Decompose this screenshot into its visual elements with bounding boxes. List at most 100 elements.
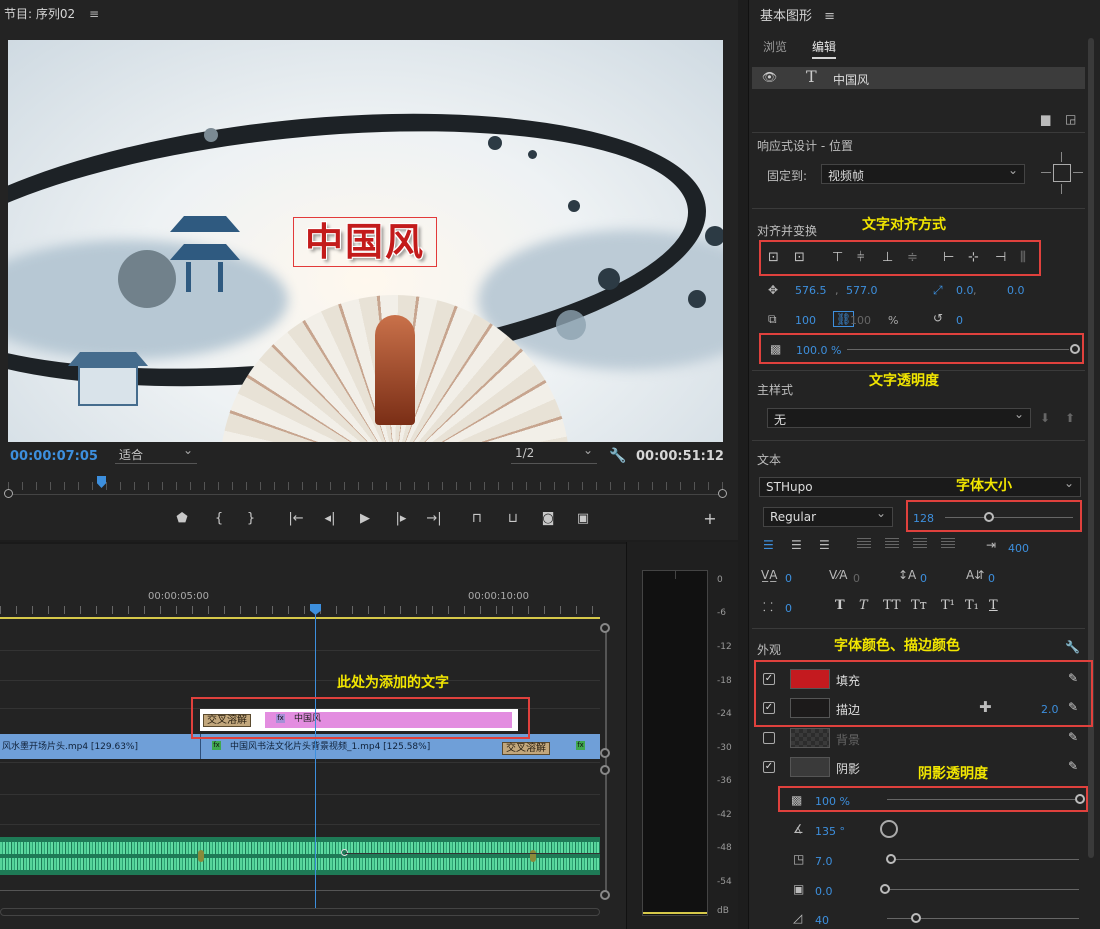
work-area-bar[interactable] xyxy=(0,617,600,619)
shadow-size-slider-knob[interactable] xyxy=(880,884,890,894)
eye-icon[interactable]: 👁 xyxy=(762,70,777,84)
background-eyedropper-icon[interactable]: ✎ xyxy=(1068,730,1078,744)
transition-cross-dissolve[interactable]: 交叉溶解 xyxy=(203,714,251,727)
faux-bold-button[interactable]: T xyxy=(835,598,845,613)
panel-menu-icon[interactable]: ≡ xyxy=(824,9,835,24)
distribute-horizontal-icon[interactable]: ⫼ xyxy=(1020,250,1026,265)
font-size-slider[interactable] xyxy=(945,517,1073,518)
export-frame-icon[interactable]: ◙ xyxy=(538,511,558,526)
subscript-button[interactable]: T₁ xyxy=(965,598,979,613)
align-top-icon[interactable]: ⊤ xyxy=(832,250,843,265)
tracking-value[interactable]: 0 xyxy=(853,572,860,585)
text-opacity-slider-knob[interactable] xyxy=(1070,344,1080,354)
zoom-knob[interactable] xyxy=(600,890,610,900)
rotation-value[interactable]: 0 xyxy=(956,314,963,327)
program-menu-icon[interactable]: ≡ xyxy=(89,7,99,21)
shadow-checkbox[interactable]: ✓ xyxy=(763,761,775,773)
add-stroke-icon[interactable]: ✚ xyxy=(979,698,992,716)
mark-out-icon[interactable]: } xyxy=(241,511,261,526)
comparison-view-icon[interactable]: ▣ xyxy=(573,511,593,526)
align-center-horizontal-frame-icon[interactable]: ⊡ xyxy=(794,250,805,265)
pin-center[interactable] xyxy=(1053,164,1071,182)
shadow-distance-slider[interactable] xyxy=(889,859,1079,860)
kerning-value[interactable]: 0 xyxy=(785,572,792,585)
stroke-checkbox[interactable]: ✓ xyxy=(763,702,775,714)
underline-button[interactable]: T xyxy=(989,598,998,613)
shadow-color-swatch[interactable] xyxy=(790,757,830,777)
extract-icon[interactable]: ⊔ xyxy=(503,511,523,526)
fit-select[interactable]: 适合 xyxy=(115,443,197,464)
align-bottom-icon[interactable]: ⊥ xyxy=(882,250,893,265)
align-text-right-icon[interactable]: ☰ xyxy=(819,538,830,552)
resolution-select[interactable]: 1/2 xyxy=(511,443,597,464)
text-opacity-value[interactable]: 100.0 % xyxy=(796,344,841,357)
wrench-icon[interactable]: 🔧 xyxy=(609,448,626,464)
pin-left[interactable] xyxy=(1041,172,1051,173)
transition-cross-dissolve[interactable]: 交叉溶解 xyxy=(502,742,550,755)
layer-row[interactable]: 👁 T 中国风 xyxy=(752,67,1085,89)
shadow-opacity-slider[interactable] xyxy=(887,799,1075,800)
shadow-angle-dial[interactable] xyxy=(880,820,898,838)
shadow-opacity-value[interactable]: 100 % xyxy=(815,795,850,808)
timeline-horizontal-scrollbar[interactable] xyxy=(0,908,600,916)
new-layer-icon[interactable]: ◲ xyxy=(1065,112,1076,126)
stroke-width-value[interactable]: 2.0 xyxy=(1041,703,1059,716)
align-center-vertical-frame-icon[interactable]: ⊡ xyxy=(768,250,779,265)
new-group-icon[interactable]: ▆ xyxy=(1041,112,1050,126)
text-opacity-slider[interactable] xyxy=(847,349,1069,350)
volume-line[interactable] xyxy=(345,853,600,854)
align-horizontal-center-icon[interactable]: ⊹ xyxy=(968,250,979,265)
tab-browse[interactable]: 浏览 xyxy=(763,38,787,55)
pull-style-icon[interactable]: ⬆ xyxy=(1065,411,1075,425)
fill-eyedropper-icon[interactable]: ✎ xyxy=(1068,671,1078,685)
zoom-knob[interactable] xyxy=(600,765,610,775)
audio-keyframe[interactable] xyxy=(198,850,204,862)
go-to-out-icon[interactable]: →| xyxy=(424,511,444,526)
anchor-x[interactable]: 0.0 xyxy=(956,284,974,297)
justify-last-left-icon[interactable] xyxy=(857,538,871,550)
pin-top[interactable] xyxy=(1061,152,1062,162)
fill-color-swatch[interactable] xyxy=(790,669,830,689)
superscript-button[interactable]: T¹ xyxy=(941,598,955,613)
panel-scrollbar[interactable] xyxy=(1088,38,1094,858)
pin-to-select[interactable]: 视频帧 xyxy=(821,163,1025,184)
distribute-vertical-icon[interactable]: ≑ xyxy=(907,250,918,265)
scrub-end-handle[interactable] xyxy=(718,489,727,498)
mark-in-icon[interactable]: { xyxy=(209,511,229,526)
position-x[interactable]: 576.5 xyxy=(795,284,827,297)
push-style-icon[interactable]: ⬇ xyxy=(1040,411,1050,425)
font-size-slider-knob[interactable] xyxy=(983,512,994,522)
justify-last-center-icon[interactable] xyxy=(885,538,899,550)
shadow-opacity-slider-knob[interactable] xyxy=(1075,794,1085,804)
tsume-value[interactable]: 0 xyxy=(785,602,792,615)
appearance-wrench-icon[interactable]: 🔧 xyxy=(1065,640,1080,654)
button-editor-add-icon[interactable]: + xyxy=(700,509,720,528)
faux-italic-button[interactable]: T xyxy=(859,598,868,613)
audio-track-clip[interactable] xyxy=(0,837,600,875)
zoom-knob[interactable] xyxy=(600,623,610,633)
align-text-left-icon[interactable]: ☰ xyxy=(763,538,774,552)
current-timecode[interactable]: 00:00:07:05 xyxy=(10,449,98,464)
pin-bottom[interactable] xyxy=(1061,184,1062,194)
leading-value[interactable]: 0 xyxy=(920,572,927,585)
anchor-y[interactable]: 0.0 xyxy=(1007,284,1025,297)
stroke-color-swatch[interactable] xyxy=(790,698,830,718)
shadow-distance-slider-knob[interactable] xyxy=(886,854,896,864)
shadow-angle-value[interactable]: 135 ° xyxy=(815,825,845,838)
all-caps-button[interactable]: TT xyxy=(883,598,901,613)
baseline-shift-value[interactable]: 0 xyxy=(988,572,995,585)
fill-checkbox[interactable]: ✓ xyxy=(763,673,775,685)
lift-icon[interactable]: ⊓ xyxy=(467,511,487,526)
shadow-eyedropper-icon[interactable]: ✎ xyxy=(1068,759,1078,773)
go-to-in-icon[interactable]: |← xyxy=(286,511,306,526)
font-size-value[interactable]: 128 xyxy=(913,512,934,525)
align-text-center-icon[interactable]: ☰ xyxy=(791,538,802,552)
title-clip[interactable]: 交叉溶解 fx 中国风 xyxy=(200,709,518,731)
align-left-icon[interactable]: ⊢ xyxy=(943,250,954,265)
shadow-blur-slider-knob[interactable] xyxy=(911,913,921,923)
font-select[interactable]: STHupo xyxy=(759,476,1081,497)
scale-value[interactable]: 100 xyxy=(795,314,816,327)
timeline-vertical-scrollbar[interactable] xyxy=(605,628,607,898)
pin-position-widget[interactable] xyxy=(1039,150,1085,196)
audio-keyframe[interactable] xyxy=(530,850,536,862)
